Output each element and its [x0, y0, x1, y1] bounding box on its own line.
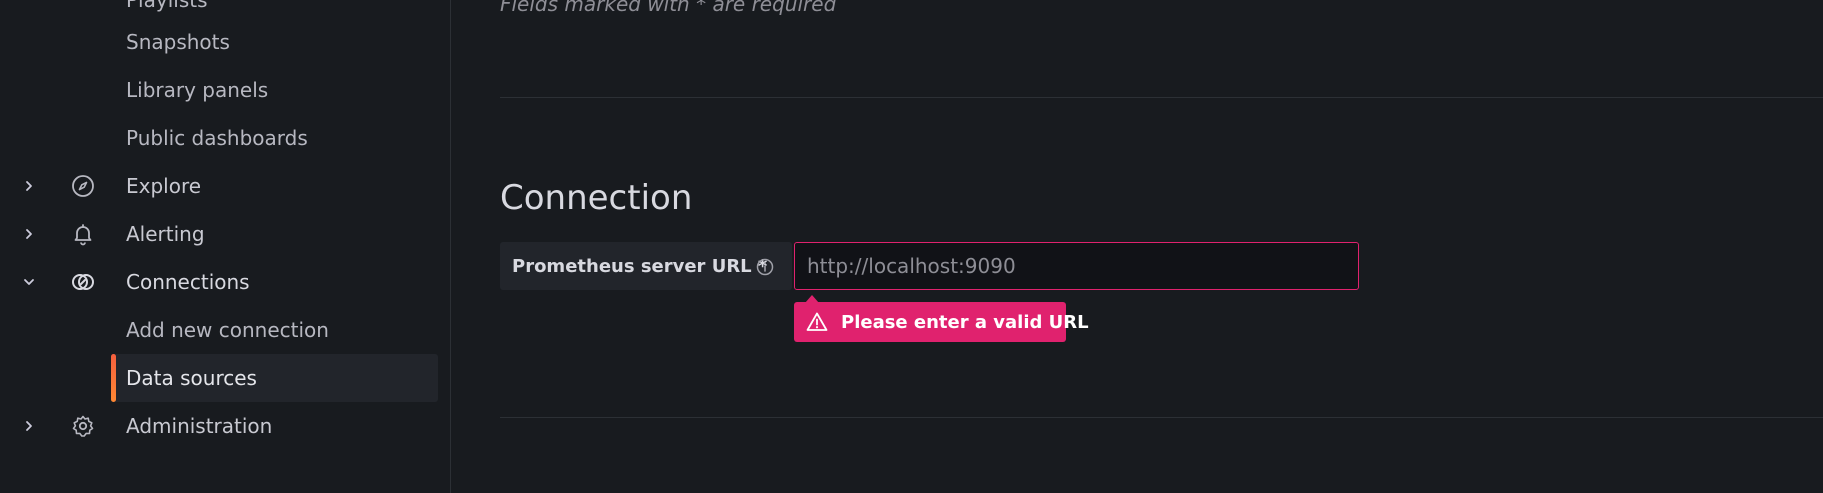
- warning-icon: [806, 311, 828, 333]
- chevron-right-icon[interactable]: [20, 177, 38, 195]
- gear-icon: [70, 413, 96, 439]
- sidebar-item-administration[interactable]: Administration: [0, 402, 450, 450]
- section-divider: [500, 97, 1823, 98]
- bell-icon: [70, 221, 96, 247]
- sidebar-item-alerting[interactable]: Alerting: [0, 210, 450, 258]
- chevron-right-icon[interactable]: [20, 225, 38, 243]
- sidebar-item-public-dashboards[interactable]: Public dashboards: [0, 114, 450, 162]
- error-message: Please enter a valid URL: [841, 311, 1089, 333]
- sidebar-item-data-sources[interactable]: Data sources: [0, 354, 450, 402]
- prometheus-url-input[interactable]: [794, 242, 1359, 290]
- validation-error: Please enter a valid URL: [794, 302, 1089, 342]
- sidebar-item-label: Alerting: [126, 222, 205, 246]
- sidebar-item-label: Administration: [126, 414, 273, 438]
- connections-icon: [70, 269, 96, 295]
- sidebar-item-label: Connections: [126, 270, 250, 294]
- compass-icon: [70, 173, 96, 199]
- sidebar-item-library-panels[interactable]: Library panels: [0, 66, 450, 114]
- section-divider: [500, 417, 1823, 418]
- sidebar-item-connections[interactable]: Connections: [0, 258, 450, 306]
- chevron-down-icon[interactable]: [20, 273, 38, 291]
- required-fields-note: Fields marked with * are required: [500, 0, 837, 16]
- sidebar-item-label: Library panels: [126, 78, 269, 102]
- sidebar-item-explore[interactable]: Explore: [0, 162, 450, 210]
- url-field-label: Prometheus server URL *: [500, 242, 792, 290]
- sidebar-item-label: Snapshots: [126, 30, 230, 54]
- sidebar-item-label: Add new connection: [126, 318, 329, 342]
- url-field-label-text: Prometheus server URL *: [512, 255, 768, 277]
- info-icon[interactable]: [755, 257, 775, 277]
- sidebar-item-add-new-connection[interactable]: Add new connection: [0, 306, 450, 354]
- sidebar-item-label: Public dashboards: [126, 126, 308, 150]
- sidebar-nav: Playlists Snapshots Library panels Publi…: [0, 0, 451, 493]
- section-title: Connection: [500, 178, 693, 218]
- chevron-right-icon[interactable]: [20, 417, 38, 435]
- main-content: Fields marked with * are required Connec…: [451, 0, 1823, 493]
- sidebar-item-label: Playlists: [126, 0, 208, 12]
- sidebar-item-label: Explore: [126, 174, 202, 198]
- sidebar-item-label: Data sources: [126, 366, 257, 390]
- sidebar-item-snapshots[interactable]: Snapshots: [0, 18, 450, 66]
